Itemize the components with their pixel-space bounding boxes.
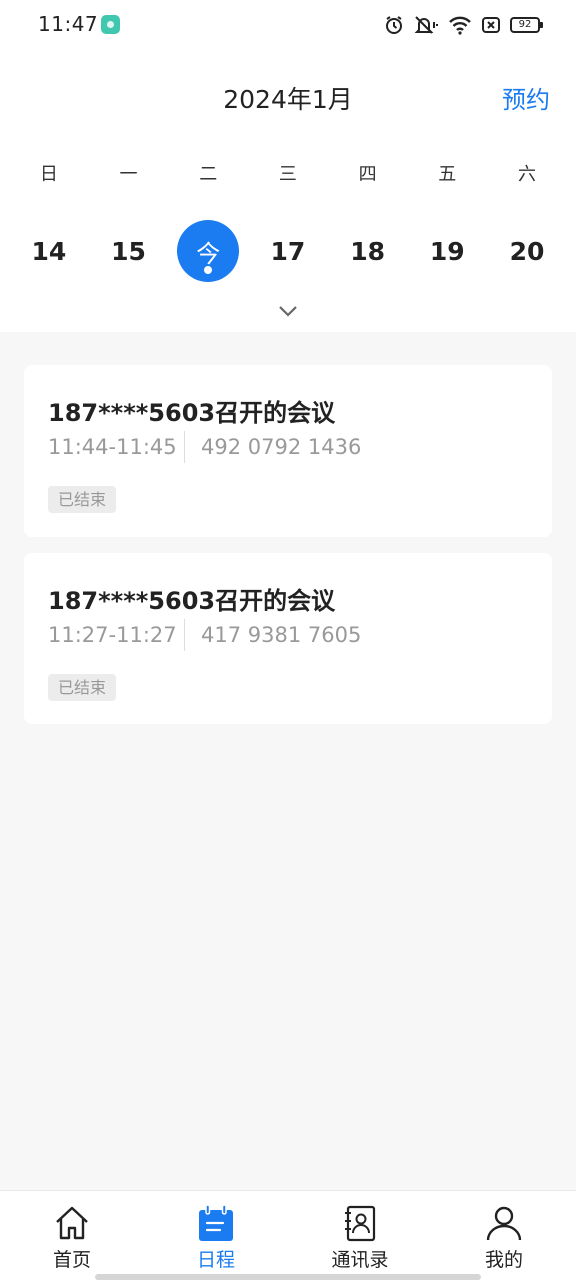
weekday-label: 一 (119, 164, 138, 185)
reserve-button[interactable]: 预约 (502, 80, 550, 115)
weekday-label: 四 (358, 164, 377, 185)
status-bar: 11:47 92 (0, 0, 576, 52)
date-cell[interactable]: 14 (9, 220, 89, 282)
date-cell[interactable]: 20 (487, 220, 567, 282)
date-cell[interactable]: 15 (89, 220, 169, 282)
date-cell[interactable]: 17 (248, 220, 328, 282)
nav-label: 我的 (484, 1249, 523, 1271)
divider (184, 619, 185, 651)
meeting-title: 187****5603召开的会议 (48, 399, 336, 427)
status-time: 11:47 (38, 12, 99, 36)
weekday-label: 二 (199, 164, 218, 185)
date-cell[interactable]: 18 (328, 220, 408, 282)
weekday-label: 五 (438, 164, 457, 185)
weekday-header: 日 一 二 三 四 五 六 (9, 160, 567, 186)
status-badge: 已结束 (48, 674, 117, 701)
event-dot (204, 266, 213, 274)
meeting-card[interactable]: 187****5603召开的会议 11:27-11:27 417 9381 76… (24, 553, 552, 724)
bottom-nav: 首页 日程 通讯录 我的 (0, 1190, 576, 1281)
date-cell-today[interactable]: 今 (168, 220, 248, 282)
meeting-card[interactable]: 187****5603召开的会议 11:44-11:45 492 0792 14… (24, 365, 552, 537)
weekday-label: 三 (278, 164, 297, 185)
nav-label: 首页 (52, 1249, 91, 1271)
wifi-icon (448, 15, 472, 35)
nav-item-home[interactable]: 首页 (0, 1191, 144, 1281)
meeting-time: 11:27-11:27 (48, 623, 177, 647)
alarm-icon (384, 15, 404, 35)
status-badge: 已结束 (48, 486, 117, 513)
month-title: 2024年1月 (223, 85, 353, 114)
profile-icon (484, 1203, 524, 1243)
battery-icon: 92 (510, 17, 543, 33)
sim-off-icon (482, 16, 500, 34)
weekday-label: 日 (39, 164, 58, 185)
nav-label: 通讯录 (331, 1249, 389, 1271)
meeting-title: 187****5603召开的会议 (48, 587, 336, 615)
home-indicator[interactable] (95, 1274, 481, 1280)
date-cell[interactable]: 19 (407, 220, 487, 282)
week-dates: 14 15 今 17 18 19 20 (9, 220, 567, 282)
chevron-down-icon[interactable] (277, 303, 299, 319)
nav-item-schedule[interactable]: 日程 (144, 1191, 288, 1281)
meeting-id: 492 0792 1436 (201, 435, 362, 459)
nav-item-contacts[interactable]: 通讯录 (288, 1191, 432, 1281)
today-label: 今 (196, 239, 221, 268)
divider (184, 431, 185, 463)
home-icon (52, 1203, 92, 1243)
calendar-icon (196, 1203, 236, 1243)
today-highlight: 今 (177, 220, 240, 282)
mute-icon (414, 15, 438, 35)
weekday-label: 六 (517, 164, 536, 185)
app-notification-icon (101, 15, 120, 34)
contacts-icon (340, 1203, 380, 1243)
meeting-id: 417 9381 7605 (201, 623, 362, 647)
status-icons: 92 (384, 14, 543, 36)
nav-label: 日程 (196, 1249, 235, 1271)
nav-item-profile[interactable]: 我的 (432, 1191, 576, 1281)
meeting-time: 11:44-11:45 (48, 435, 177, 459)
